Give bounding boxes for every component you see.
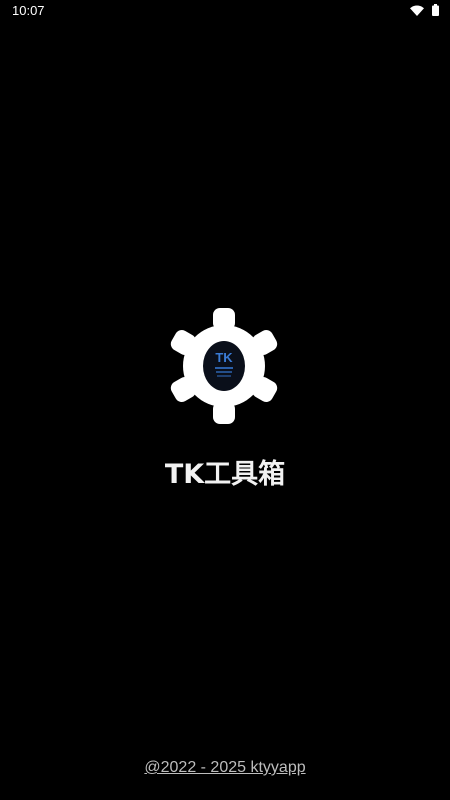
logo-badge — [203, 341, 245, 391]
app-name: TK工具箱 — [164, 459, 286, 490]
status-icons — [410, 3, 439, 16]
app-logo: TK — [168, 305, 280, 427]
copyright-link[interactable]: @2022 - 2025 ktyyapp — [0, 757, 450, 779]
status-bar: 10:07 — [0, 0, 450, 22]
logo-badge-text: TK — [215, 350, 233, 365]
status-time: 10:07 — [12, 3, 45, 18]
wifi-icon — [410, 1, 424, 20]
gear-icon: TK — [170, 308, 278, 424]
battery-icon — [432, 1, 439, 20]
